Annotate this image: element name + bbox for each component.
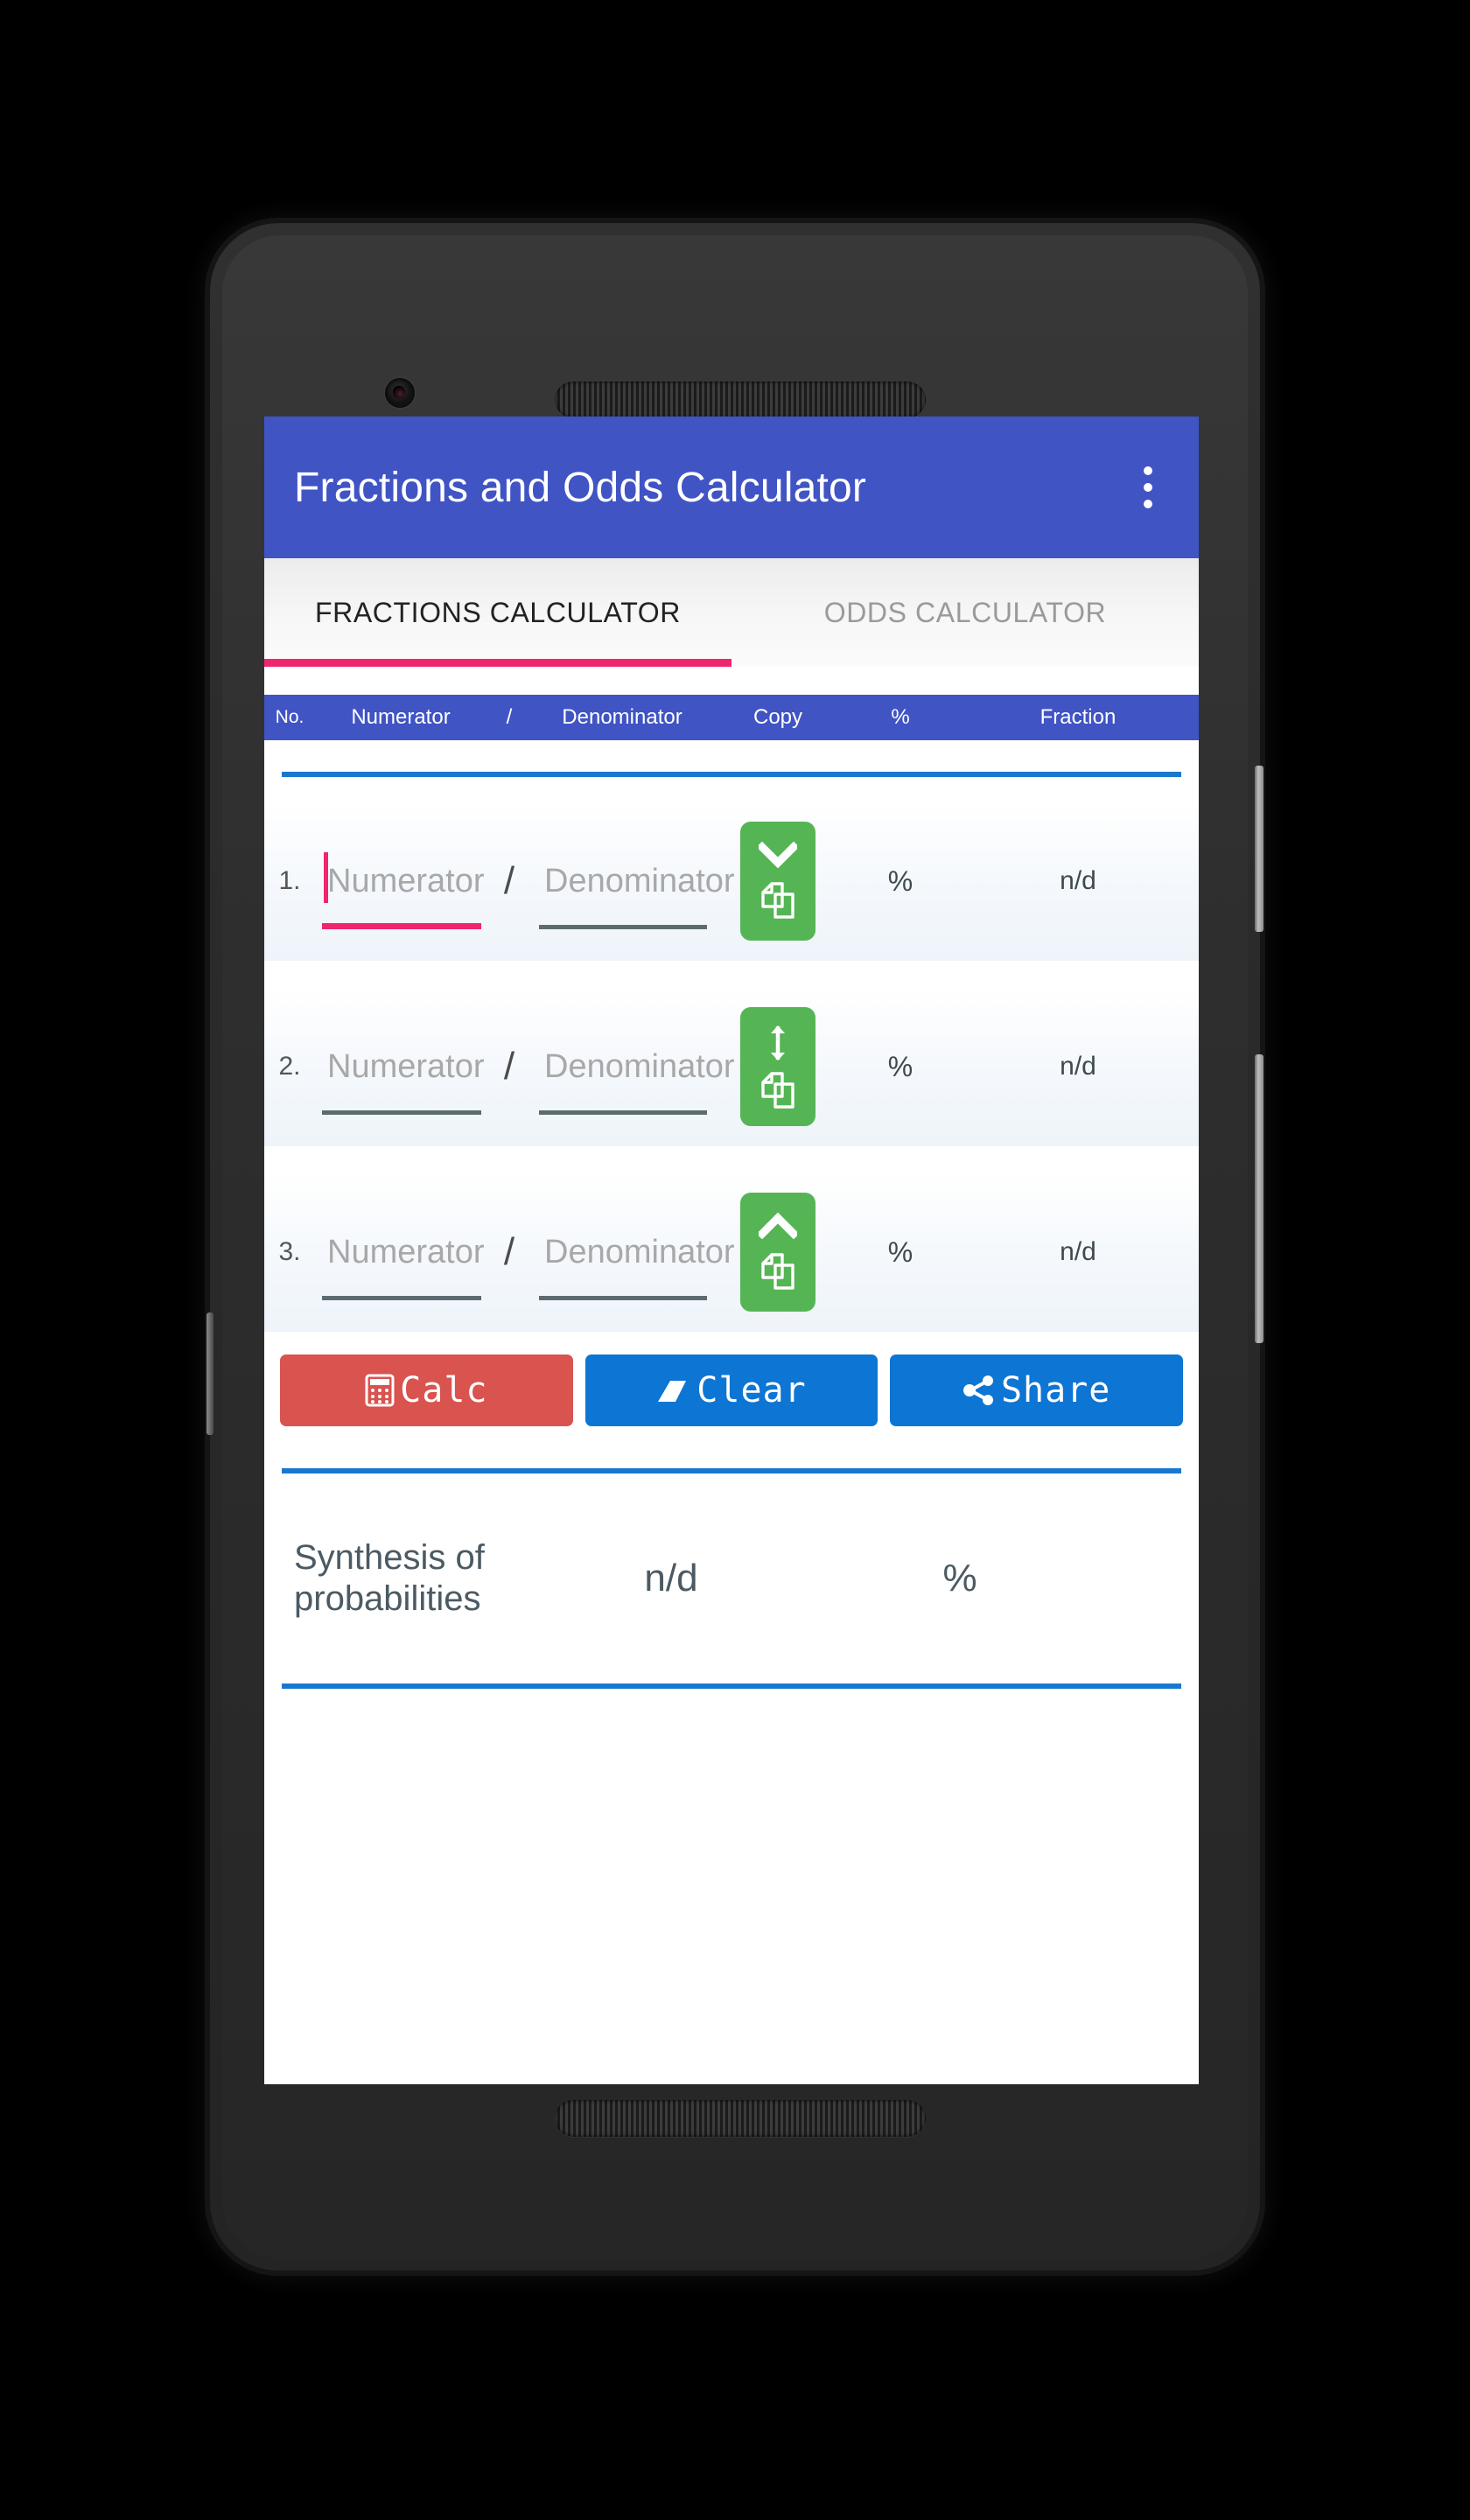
earpiece-speaker-icon xyxy=(555,382,926,418)
tab-spacer xyxy=(264,667,1199,695)
denominator-input[interactable]: Denominator xyxy=(532,1015,735,1118)
action-button-bar: Calc Clear Share xyxy=(264,1334,1199,1438)
row-index: 2. xyxy=(278,1052,301,1081)
column-header-slash: / xyxy=(506,705,513,729)
fraction-rows: 1. Numerator / Denominator % n/d 2. Nume… xyxy=(264,802,1199,1334)
synthesis-label: Synthesis of probabilities xyxy=(264,1537,527,1620)
clear-button-label: Clear xyxy=(696,1370,807,1410)
row-index: 3. xyxy=(278,1237,301,1266)
volume-rocker-button[interactable] xyxy=(1255,1054,1264,1343)
row-percent-value: % xyxy=(887,1050,914,1082)
column-header-percent: % xyxy=(891,705,910,729)
input-underline xyxy=(539,925,707,929)
numerator-placeholder: Numerator xyxy=(327,862,485,900)
column-header-no: No. xyxy=(275,707,304,727)
synthesis-row: Synthesis of probabilities n/d % xyxy=(264,1474,1199,1684)
fraction-slash: / xyxy=(503,859,515,902)
row-fraction-value: n/d xyxy=(1060,1237,1096,1266)
table-row: 2. Numerator / Denominator % n/d xyxy=(264,987,1199,1148)
content-tail-space xyxy=(264,1689,1199,1872)
calc-button-label: Calc xyxy=(400,1370,488,1410)
fraction-slash: / xyxy=(503,1045,515,1088)
clear-button[interactable]: Clear xyxy=(584,1354,878,1426)
copy-icon xyxy=(758,1070,798,1110)
copy-up-button[interactable] xyxy=(740,1193,816,1312)
synthesis-fraction-value: n/d xyxy=(644,1557,698,1600)
chevron-down-icon xyxy=(759,842,797,869)
tab-label: ODDS CALCULATOR xyxy=(823,596,1107,628)
eraser-icon xyxy=(656,1376,691,1405)
synthesis-label-line1: Synthesis of xyxy=(294,1537,485,1577)
numerator-placeholder: Numerator xyxy=(327,1233,485,1270)
top-divider xyxy=(282,772,1181,777)
row-index: 1. xyxy=(278,866,301,895)
numerator-input[interactable]: Numerator xyxy=(315,830,486,933)
row-percent-value: % xyxy=(887,1236,914,1268)
fraction-slash: / xyxy=(503,1230,515,1273)
tab-odds-calculator[interactable]: ODDS CALCULATOR xyxy=(732,558,1199,667)
copy-down-button[interactable] xyxy=(740,822,816,941)
overflow-dot xyxy=(1144,466,1152,475)
table-row: 1. Numerator / Denominator % n/d xyxy=(264,802,1199,962)
calculator-icon xyxy=(365,1374,395,1407)
copy-icon xyxy=(758,880,798,920)
table-column-header: No. Numerator / Denominator Copy % Fract… xyxy=(264,695,1199,740)
chevron-up-icon xyxy=(759,1213,797,1240)
copy-bidirectional-button[interactable] xyxy=(740,1007,816,1126)
left-side-button[interactable] xyxy=(206,1312,214,1435)
share-button[interactable]: Share xyxy=(890,1354,1184,1426)
row-percent-value: % xyxy=(887,864,914,897)
overflow-dot xyxy=(1144,483,1152,492)
overflow-menu-icon[interactable] xyxy=(1124,459,1172,515)
column-header-fraction: Fraction xyxy=(1040,705,1116,729)
input-underline xyxy=(539,1296,707,1300)
text-caret xyxy=(324,852,328,903)
bottom-speaker-icon xyxy=(555,2100,926,2137)
screenshot-root: Fractions and Odds Calculator FRACTIONS … xyxy=(0,0,1470,2520)
denominator-input[interactable]: Denominator xyxy=(532,830,735,933)
column-header-denominator: Denominator xyxy=(562,705,682,729)
input-underline xyxy=(322,1110,481,1115)
denominator-placeholder: Denominator xyxy=(544,862,735,900)
table-row: 3. Numerator / Denominator % n/d xyxy=(264,1172,1199,1334)
numerator-input[interactable]: Numerator xyxy=(315,1200,486,1304)
share-button-label: Share xyxy=(1000,1370,1111,1410)
tab-fractions-calculator[interactable]: FRACTIONS CALCULATOR xyxy=(264,558,732,667)
column-header-numerator: Numerator xyxy=(351,705,451,729)
input-underline xyxy=(322,923,481,929)
calc-button[interactable]: Calc xyxy=(280,1354,573,1426)
numerator-placeholder: Numerator xyxy=(327,1047,485,1085)
row-fraction-value: n/d xyxy=(1060,866,1096,895)
row-fraction-value: n/d xyxy=(1060,1052,1096,1081)
copy-icon xyxy=(758,1251,798,1292)
front-camera-icon xyxy=(385,378,415,408)
tab-active-indicator xyxy=(264,659,732,667)
denominator-input[interactable]: Denominator xyxy=(532,1200,735,1304)
denominator-placeholder: Denominator xyxy=(544,1233,735,1270)
column-header-copy: Copy xyxy=(752,705,803,729)
synthesis-section: Synthesis of probabilities n/d % xyxy=(264,1438,1199,1872)
page-title: Fractions and Odds Calculator xyxy=(294,464,867,511)
share-icon xyxy=(962,1375,996,1406)
overflow-dot xyxy=(1144,500,1152,508)
arrows-up-down-icon xyxy=(766,1023,789,1063)
synthesis-percent-value: % xyxy=(942,1557,977,1600)
tab-label: FRACTIONS CALCULATOR xyxy=(315,596,681,628)
app-bar: Fractions and Odds Calculator xyxy=(264,416,1199,558)
synthesis-label-line2: probabilities xyxy=(294,1579,481,1618)
tab-bar: FRACTIONS CALCULATOR ODDS CALCULATOR xyxy=(264,558,1199,667)
power-button[interactable] xyxy=(1255,766,1264,932)
phone-screen: Fractions and Odds Calculator FRACTIONS … xyxy=(264,416,1199,2084)
input-underline xyxy=(322,1296,481,1300)
numerator-input[interactable]: Numerator xyxy=(315,1015,486,1118)
input-underline xyxy=(539,1110,707,1115)
denominator-placeholder: Denominator xyxy=(544,1047,735,1085)
